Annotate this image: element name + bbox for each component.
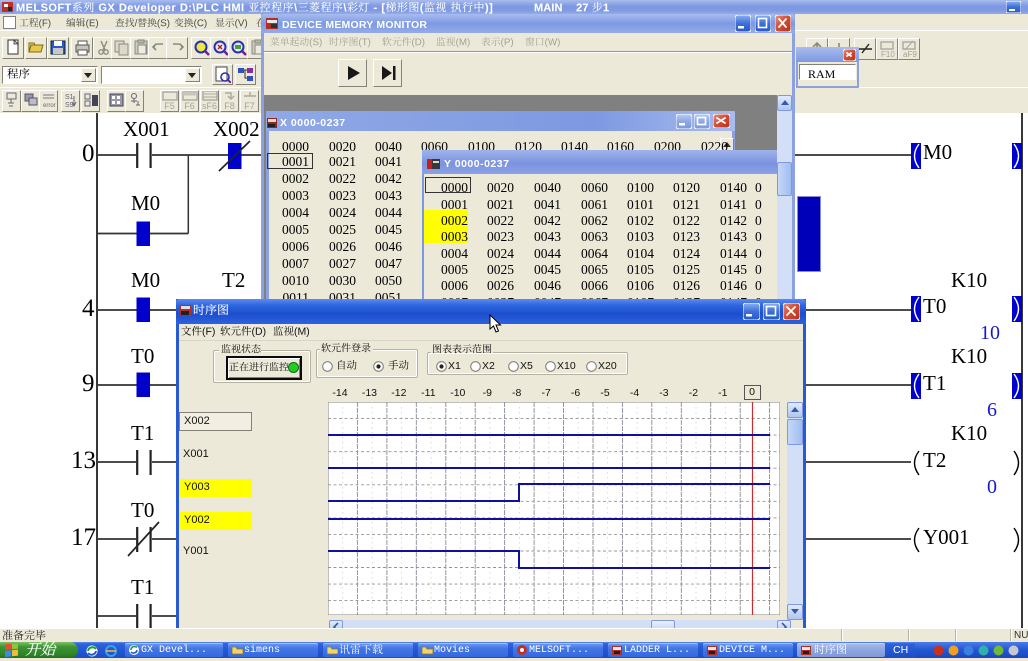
svg-text:aF9: aF9 — [903, 50, 917, 58]
svg-text:F10: F10 — [881, 50, 895, 58]
svg-text:error: error — [43, 103, 56, 109]
svg-text:S1: S1 — [65, 94, 74, 101]
